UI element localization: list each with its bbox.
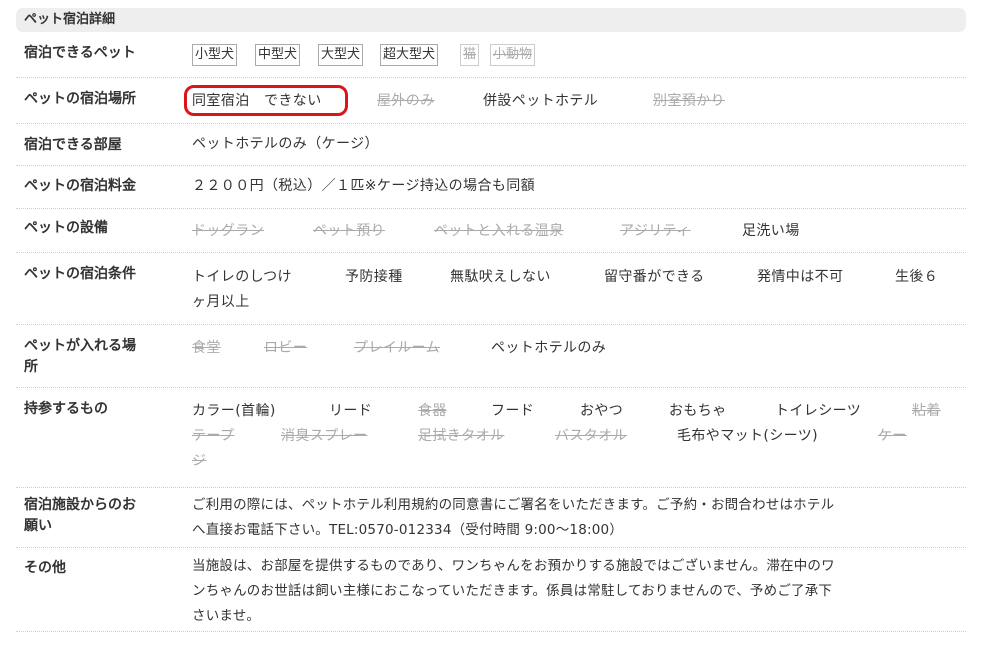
item-cage-part2: ジ	[192, 453, 207, 469]
item-stay-alone: 留守番ができる	[604, 269, 705, 285]
request-line1: ご利用の際には、ペットホテル利用規約の同意書にご署名をいただきます。ご予約・お問…	[192, 497, 835, 513]
item-sticky-part1: 粘着	[912, 403, 941, 419]
item-dog-run: ドッグラン	[192, 223, 264, 239]
item-treats: おやつ	[580, 403, 624, 419]
condition-items: トイレのしつけ 予防接種 無駄吠えしない 留守番ができる 発情中は不可 生後６ …	[192, 253, 956, 325]
row-label-line2: 願い	[24, 518, 52, 534]
item-foot-wash: 足洗い場	[742, 223, 800, 239]
row-bring: 持参するもの カラー(首輪) リード 食器 フード おやつ おもちゃ トイレシー…	[16, 388, 966, 488]
row-pets: 宿泊できるペット 小型犬 中型犬 大型犬 超大型犬 猫 小動物	[16, 32, 966, 78]
row-label: ペットの宿泊場所	[24, 91, 136, 107]
section-title: ペット宿泊詳細	[16, 8, 966, 32]
pet-tags: 小型犬 中型犬 大型犬 超大型犬 猫 小動物	[192, 32, 956, 78]
row-request: 宿泊施設からのお 願い ご利用の際には、ペットホテル利用規約の同意書にご署名をい…	[16, 488, 966, 548]
item-dishes: 食器	[418, 403, 447, 419]
item-age-part1: 生後６	[895, 269, 939, 285]
row-label: 宿泊施設からのお 願い	[24, 495, 174, 537]
row-label-line1: 宿泊施設からのお	[24, 497, 136, 513]
request-line2: へ直接お電話下さい。TEL:0570-012334（受付時間 9:00～18:0…	[192, 522, 624, 538]
item-no-barking: 無駄吠えしない	[450, 269, 551, 285]
item-leash: リード	[329, 403, 373, 419]
tag-large-dog: 大型犬	[318, 44, 364, 66]
item-deodorant: 消臭スプレー	[281, 428, 368, 444]
row-label: ペットの宿泊条件	[24, 266, 136, 282]
tag-medium-dog: 中型犬	[255, 44, 301, 66]
row-label: ペットが入れる場 所	[24, 336, 174, 378]
row-fee: ペットの宿泊料金 ２２００円（税込）／１匹※ケージ持込の場合も同額	[16, 166, 966, 209]
item-playroom: プレイルーム	[354, 340, 440, 356]
item-outdoor-only: 屋外のみ	[377, 93, 435, 109]
tag-small-dog: 小型犬	[192, 44, 238, 66]
row-facilities: ペットの設備 ドッグラン ペット預り ペットと入れる温泉 アジリティ 足洗い場	[16, 209, 966, 253]
item-blanket: 毛布やマット(シーツ)	[677, 428, 819, 444]
row-place: ペットの宿泊場所 同室宿泊 できない 屋外のみ 併設ペットホテル 別室預かり	[16, 78, 966, 124]
other-line1: 当施設は、お部屋を提供するものであり、ワンちゃんをお預かりする施設ではございませ…	[192, 558, 835, 574]
row-label-line1: ペットが入れる場	[24, 338, 136, 354]
other-line3: さいませ。	[192, 608, 261, 624]
bring-items: カラー(首輪) リード 食器 フード おやつ おもちゃ トイレシーツ 粘着 テー…	[192, 388, 956, 488]
item-cage-part1: ケー	[878, 428, 907, 444]
pet-stay-details: ペット宿泊詳細 宿泊できるペット 小型犬 中型犬 大型犬 超大型犬 猫 小動物 …	[0, 0, 992, 648]
row-other: その他 当施設は、お部屋を提供するものであり、ワンちゃんをお預かりする施設ではご…	[16, 548, 966, 632]
room-value: ペットホテルのみ（ケージ）	[192, 136, 379, 152]
item-lobby: ロビー	[264, 340, 308, 356]
item-sticky-part2: テープ	[192, 428, 235, 444]
row-label: 宿泊できる部屋	[24, 137, 122, 153]
area-items: 食堂 ロビー プレイルーム ペットホテルのみ	[192, 325, 956, 388]
row-label: 宿泊できるペット	[24, 45, 136, 61]
row-label: ペットの設備	[24, 220, 108, 236]
highlight-annotation	[184, 85, 348, 116]
item-no-heat: 発情中は不可	[757, 269, 844, 285]
item-foot-towel: 足拭きタオル	[418, 428, 505, 444]
item-toys: おもちゃ	[669, 403, 727, 419]
item-dining: 食堂	[192, 340, 221, 356]
item-agility: アジリティ	[620, 223, 691, 239]
request-text: ご利用の際には、ペットホテル利用規約の同意書にご署名をいただきます。ご予約・お問…	[192, 493, 956, 543]
facility-items: ドッグラン ペット預り ペットと入れる温泉 アジリティ 足洗い場	[192, 209, 956, 253]
item-pet-hotel-only: ペットホテルのみ	[491, 340, 607, 356]
row-label: その他	[24, 560, 66, 576]
row-label-line2: 所	[24, 359, 38, 375]
item-age-part2: ヶ月以上	[192, 294, 250, 310]
tag-xlarge-dog: 超大型犬	[380, 44, 439, 66]
item-collar: カラー(首輪)	[192, 403, 276, 419]
tag-cat: 猫	[460, 44, 480, 66]
fee-value: ２２００円（税込）／１匹※ケージ持込の場合も同額	[192, 178, 536, 194]
tag-small-animal: 小動物	[490, 44, 536, 66]
item-vaccinated: 予防接種	[345, 269, 403, 285]
item-toilet-sheets: トイレシーツ	[775, 403, 862, 419]
other-line2: ンちゃんのお世話は飼い主様におこなっていただきます。係員は常駐しておりませんので…	[192, 583, 833, 599]
row-label: 持参するもの	[24, 401, 108, 417]
item-pet-onsen: ペットと入れる温泉	[434, 223, 564, 239]
item-bath-towel: バスタオル	[555, 428, 627, 444]
item-food: フード	[491, 403, 535, 419]
item-pet-care: ペット預り	[313, 223, 385, 239]
item-separate-room: 別室預かり	[653, 93, 725, 109]
row-areas: ペットが入れる場 所 食堂 ロビー プレイルーム ペットホテルのみ	[16, 325, 966, 388]
other-text: 当施設は、お部屋を提供するものであり、ワンちゃんをお預かりする施設ではございませ…	[192, 554, 956, 629]
item-pet-hotel: 併設ペットホテル	[483, 93, 599, 109]
item-toilet-trained: トイレのしつけ	[192, 269, 292, 285]
row-conditions: ペットの宿泊条件 トイレのしつけ 予防接種 無駄吠えしない 留守番ができる 発情…	[16, 253, 966, 325]
row-room: 宿泊できる部屋 ペットホテルのみ（ケージ）	[16, 124, 966, 166]
row-label: ペットの宿泊料金	[24, 178, 136, 194]
